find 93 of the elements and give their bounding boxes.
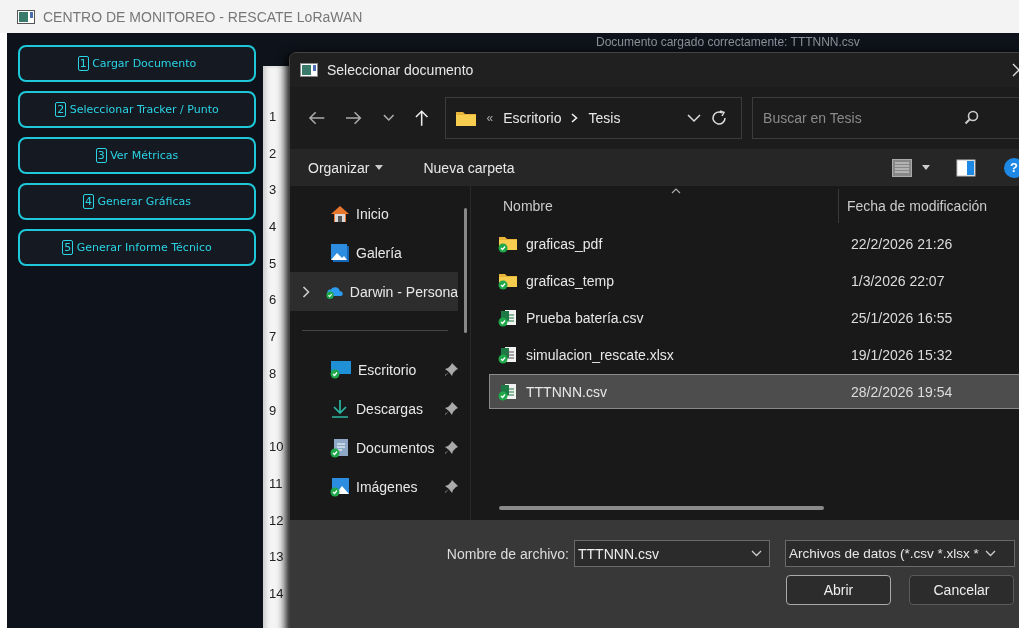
file-row[interactable]: graficas_pdf 22/2/2026 21:26 (489, 226, 1019, 261)
organize-menu[interactable]: Organizar (302, 155, 390, 180)
modified-date: 22/2/2026 21:26 (851, 235, 953, 252)
modified-date: 25/1/2026 16:55 (851, 309, 953, 326)
file-name: Prueba batería.csv (526, 309, 645, 326)
document-icon (330, 437, 350, 458)
pin-icon[interactable] (445, 363, 458, 376)
chevron-right-icon[interactable] (302, 285, 310, 298)
breadcrumb-item[interactable]: Escritorio (503, 110, 562, 126)
nav-item[interactable]: Inicio (290, 194, 470, 233)
new-folder-button[interactable]: Nueva carpeta (417, 155, 521, 180)
folder-icon (498, 234, 518, 253)
nav-item[interactable]: Darwin - Persona (290, 272, 458, 311)
scrollbar[interactable] (499, 506, 824, 510)
chevron-down-icon[interactable] (382, 114, 395, 122)
pictures-icon (330, 476, 350, 497)
nav-item[interactable]: Documentos (290, 428, 470, 467)
pin-icon[interactable] (445, 402, 458, 415)
menu-button[interactable]: 2 Seleccionar Tracker / Punto (18, 91, 256, 128)
up-arrow-icon[interactable] (414, 109, 430, 127)
chevron-down-icon (984, 550, 996, 557)
modified-date: 28/2/2026 19:54 (851, 383, 953, 400)
file-name: graficas_pdf (526, 235, 604, 252)
window-title: CENTRO DE MONITOREO - RESCATE LoRaWAN (43, 8, 363, 25)
app-icon (17, 9, 35, 24)
nav-item[interactable]: Escritorio (290, 350, 470, 389)
row-number: 6 (268, 291, 278, 310)
row-number: 10 (268, 438, 285, 457)
spreadsheet-file-icon (498, 345, 518, 364)
caret-icon (375, 165, 384, 170)
breadcrumb-overflow[interactable]: « (486, 111, 494, 125)
house-icon (330, 204, 350, 223)
chevron-right-icon (571, 113, 579, 123)
spreadsheet-file-icon (498, 308, 518, 327)
open-button[interactable]: Abrir (786, 575, 891, 605)
download-icon (330, 398, 350, 419)
row-number: 1 (268, 108, 278, 126)
file-name: simulacion_rescate.xlsx (526, 346, 675, 363)
scrollbar[interactable] (464, 208, 467, 333)
nav-item[interactable]: Galería (290, 233, 470, 272)
pin-icon[interactable] (445, 480, 458, 493)
column-header[interactable]: Fecha de modificación (838, 189, 988, 223)
row-number: 14 (268, 584, 285, 603)
nav-item[interactable]: Descargas (290, 389, 470, 428)
file-name: graficas_temp (526, 272, 615, 289)
file-row[interactable]: TTTNNN.csv 28/2/2026 19:54 (489, 374, 1019, 409)
filename-label: Nombre de archivo: (445, 545, 569, 562)
file-row[interactable]: simulacion_rescate.xlsx 19/1/2026 15:32 (489, 337, 1019, 372)
column-header[interactable]: Nombre (483, 198, 838, 214)
preview-pane-icon[interactable] (956, 158, 976, 177)
nav-item[interactable]: Imágenes (290, 467, 470, 506)
refresh-icon[interactable] (711, 110, 728, 126)
search-icon (964, 110, 980, 125)
row-number: 2 (268, 144, 278, 163)
address-bar[interactable]: « Escritorio Tesis (445, 97, 743, 139)
menu-button[interactable]: 5 Generar Informe Técnico (18, 229, 256, 266)
file-type-dropdown[interactable]: Archivos de datos (*.csv *.xlsx * (785, 540, 1015, 567)
app-icon (300, 63, 318, 77)
menu-button[interactable]: 4 Generar Gráficas (18, 183, 256, 220)
cancel-button[interactable]: Cancelar (909, 575, 1014, 605)
file-row[interactable]: graficas_temp 1/3/2026 22:07 (489, 263, 1019, 298)
menu-button[interactable]: 3 Ver Métricas (18, 137, 256, 174)
pin-icon[interactable] (445, 441, 458, 454)
row-number: 5 (268, 254, 278, 273)
spreadsheet-file-icon (498, 382, 518, 401)
row-number: 7 (268, 328, 278, 347)
search-field[interactable]: Buscar en Tesis (752, 97, 1019, 139)
breadcrumb-item[interactable]: Tesis (588, 110, 621, 126)
forward-arrow-icon[interactable] (345, 110, 363, 126)
folder-icon (498, 271, 518, 290)
dialog-title: Seleccionar documento (327, 62, 474, 78)
row-number: 13 (268, 548, 285, 567)
menu-button[interactable]: 1 Cargar Documento (18, 45, 256, 82)
list-view-icon[interactable] (892, 158, 912, 177)
folder-icon (456, 110, 477, 126)
row-number: 8 (268, 364, 278, 383)
file-row[interactable]: Prueba batería.csv 25/1/2026 16:55 (489, 300, 1019, 335)
row-number: 11 (268, 474, 284, 493)
caret-icon[interactable] (922, 165, 930, 170)
filename-field[interactable]: TTTNNN.csv (574, 540, 770, 567)
row-number: 3 (268, 181, 278, 200)
file-name: TTTNNN.csv (526, 383, 608, 400)
help-button[interactable]: ? (1004, 157, 1019, 178)
row-number: 12 (268, 511, 285, 530)
back-arrow-icon[interactable] (308, 110, 326, 126)
status-message: Documento cargado correctamente: TTTNNN.csv (596, 35, 860, 49)
chevron-down-icon[interactable] (751, 550, 762, 557)
gallery-icon (330, 242, 350, 263)
modified-date: 1/3/2026 22:07 (851, 272, 945, 289)
desktop-icon (330, 360, 352, 379)
modified-date: 19/1/2026 15:32 (851, 346, 953, 363)
row-number: 9 (268, 401, 278, 420)
row-number: 4 (268, 218, 278, 237)
